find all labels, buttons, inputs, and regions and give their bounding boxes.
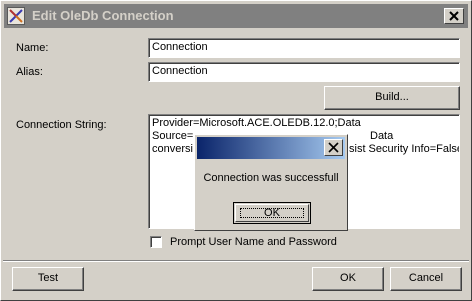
message-box-ok-button[interactable]: OK [233,202,311,224]
success-message-box: Connection was successfull OK [194,134,348,231]
message-box-title-bar[interactable] [197,137,345,159]
window-title: Edit OleDb Connection [32,8,174,23]
title-bar[interactable]: Edit OleDb Connection [4,4,468,28]
cancel-button[interactable]: Cancel [390,267,462,291]
prompt-credentials-checkbox[interactable] [150,236,162,248]
test-button[interactable]: Test [12,267,84,291]
message-box-close-button[interactable] [324,139,343,156]
connection-string-fragment: Data [370,130,394,142]
connection-string-fragment: sist Security Info=False [349,143,460,155]
build-button[interactable]: Build... [324,86,460,110]
close-button[interactable] [444,8,464,24]
ok-button[interactable]: OK [312,267,384,291]
close-icon [328,142,339,153]
close-icon [449,11,459,21]
connection-string-label: Connection String: [16,119,107,131]
edit-connection-dialog: Edit OleDb Connection Name: Connection A… [0,0,472,301]
app-icon [7,7,25,25]
connection-string-line: Provider=Microsoft.ACE.OLEDB.12.0;Data [152,117,361,129]
prompt-credentials-label: Prompt User Name and Password [170,236,337,248]
name-label: Name: [16,42,49,54]
name-input[interactable]: Connection [148,38,460,58]
alias-label: Alias: [16,66,43,78]
separator [3,260,469,262]
focus-rectangle [240,208,304,218]
message-text: Connection was successfull [203,172,339,184]
alias-input[interactable]: Connection [148,62,460,82]
